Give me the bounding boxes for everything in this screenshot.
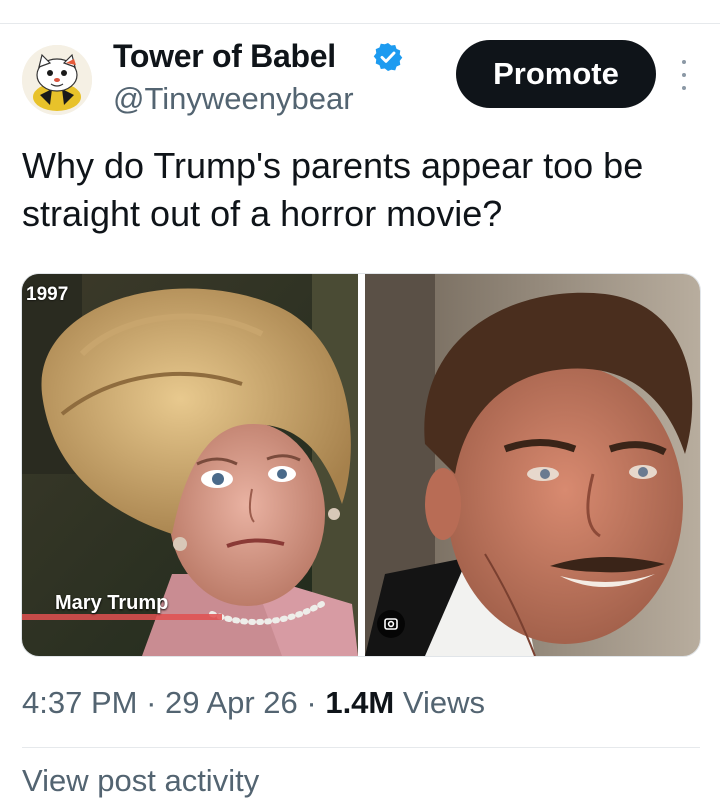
avatar-cartoon-cat-icon	[22, 45, 92, 115]
views-count: 1.4M	[325, 685, 395, 720]
media-photo-right[interactable]	[365, 274, 700, 656]
top-divider	[0, 23, 720, 24]
view-post-activity-link[interactable]: View post activity	[22, 763, 259, 799]
meta-separator: ·	[306, 685, 317, 720]
lens-glyph	[384, 618, 398, 630]
author-avatar[interactable]	[22, 45, 92, 115]
media-photo-left[interactable]: 1997 Mary Trump	[22, 274, 358, 656]
photo-name-caption: Mary Trump	[55, 592, 169, 614]
post-date[interactable]: 29 Apr 26	[165, 685, 298, 720]
post-time[interactable]: 4:37 PM	[22, 685, 137, 720]
post-text: Why do Trump's parents appear too be str…	[22, 145, 644, 234]
post-meta: 4:37 PM · 29 Apr 26 · 1.4M Views	[22, 685, 485, 721]
lens-icon[interactable]	[377, 610, 405, 638]
author-handle[interactable]: @Tinyweenybear	[113, 81, 354, 117]
more-dots-icon[interactable]	[676, 60, 692, 90]
promote-button[interactable]: Promote	[456, 40, 656, 108]
verified-badge-icon	[373, 43, 403, 71]
photo-right-illustration	[365, 274, 700, 656]
bottom-divider	[22, 747, 700, 748]
photo-year-caption: 1997	[26, 284, 69, 305]
author-name[interactable]: Tower of Babel	[113, 38, 336, 75]
media-grid: 1997 Mary Trump	[21, 273, 701, 657]
meta-separator: ·	[146, 685, 157, 720]
views-label: Views	[402, 685, 486, 720]
